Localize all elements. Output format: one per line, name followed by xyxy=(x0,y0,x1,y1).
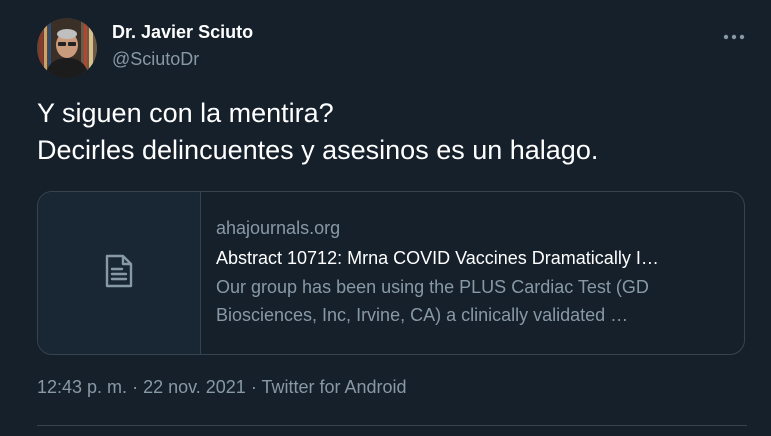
meta-separator: · xyxy=(245,377,262,397)
card-title: Abstract 10712: Mrna COVID Vaccines Dram… xyxy=(216,248,659,268)
tweet-text-line: Y siguen con la mentira? xyxy=(37,98,334,128)
tweet-time[interactable]: 12:43 p. m. xyxy=(37,377,127,397)
tweet: Dr. Javier Sciuto @SciutoDr Y siguen con… xyxy=(0,0,771,436)
card-body: ahajournals.org Abstract 10712: Mrna COV… xyxy=(216,216,731,329)
card-description: Our group has been using the PLUS Cardia… xyxy=(216,273,731,329)
author-name[interactable]: Dr. Javier Sciuto xyxy=(112,20,253,44)
avatar[interactable] xyxy=(37,18,97,78)
card-description-line: Biosciences, Inc, Irvine, CA) a clinical… xyxy=(216,305,629,325)
tweet-date[interactable]: 22 nov. 2021 xyxy=(143,377,246,397)
tweet-source[interactable]: Twitter for Android xyxy=(262,377,407,397)
tweet-text: Y siguen con la mentira? Decirles delinc… xyxy=(37,95,747,169)
card-domain: ahajournals.org xyxy=(216,218,341,238)
document-icon xyxy=(99,251,139,296)
meta-separator: · xyxy=(127,377,144,397)
tweet-metadata: 12:43 p. m. · 22 nov. 2021 · Twitter for… xyxy=(37,375,407,399)
card-description-line: Our group has been using the PLUS Cardia… xyxy=(216,277,649,297)
author-handle[interactable]: @SciutoDr xyxy=(112,47,253,71)
more-options-icon[interactable] xyxy=(723,24,745,44)
link-preview-card[interactable]: ahajournals.org Abstract 10712: Mrna COV… xyxy=(37,191,745,355)
divider xyxy=(37,425,747,426)
card-thumbnail xyxy=(38,192,201,354)
author-block: Dr. Javier Sciuto @SciutoDr xyxy=(112,20,253,71)
tweet-text-line: Decirles delincuentes y asesinos es un h… xyxy=(37,135,599,165)
